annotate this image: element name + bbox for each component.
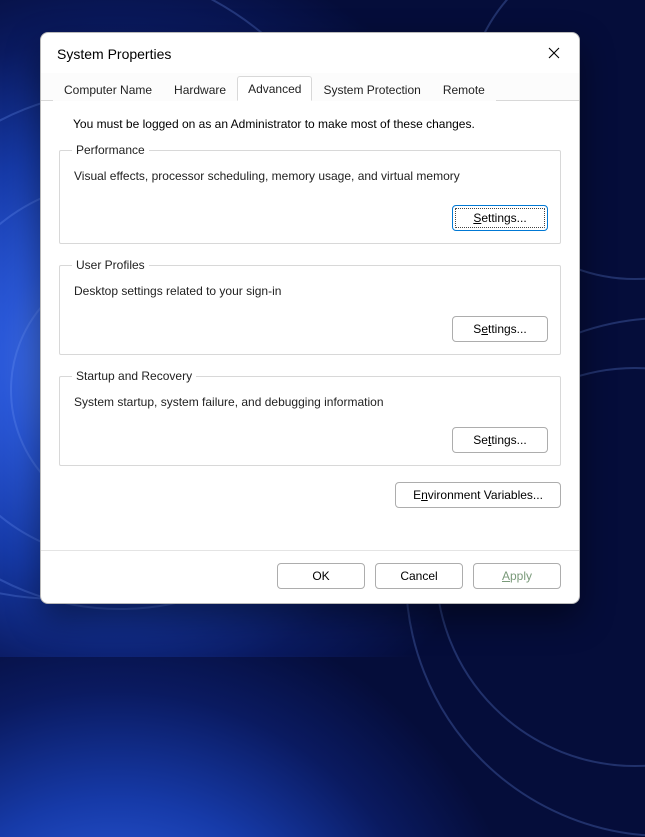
startup-recovery-desc: System startup, system failure, and debu… — [72, 393, 548, 409]
tab-strip: Computer Name Hardware Advanced System P… — [41, 73, 579, 101]
tab-advanced[interactable]: Advanced — [237, 76, 312, 101]
tab-computer-name[interactable]: Computer Name — [53, 77, 163, 101]
user-profiles-desc: Desktop settings related to your sign-in — [72, 282, 548, 298]
window-title: System Properties — [57, 46, 171, 62]
admin-notice: You must be logged on as an Administrato… — [59, 115, 561, 143]
startup-recovery-legend: Startup and Recovery — [72, 369, 196, 383]
cancel-button[interactable]: Cancel — [375, 563, 463, 589]
performance-group: Performance Visual effects, processor sc… — [59, 143, 561, 244]
performance-settings-button[interactable]: Settings... — [452, 205, 548, 231]
tab-remote[interactable]: Remote — [432, 77, 496, 101]
ok-button[interactable]: OK — [277, 563, 365, 589]
startup-recovery-group: Startup and Recovery System startup, sys… — [59, 369, 561, 466]
system-properties-dialog: System Properties Computer Name Hardware… — [40, 32, 580, 604]
tab-system-protection[interactable]: System Protection — [312, 77, 431, 101]
close-icon — [548, 47, 560, 62]
user-profiles-legend: User Profiles — [72, 258, 149, 272]
dialog-footer: OK Cancel Apply — [41, 550, 579, 603]
startup-recovery-settings-button[interactable]: Settings... — [452, 427, 548, 453]
user-profiles-group: User Profiles Desktop settings related t… — [59, 258, 561, 355]
environment-variables-button[interactable]: Environment Variables... — [395, 482, 561, 508]
tab-hardware[interactable]: Hardware — [163, 77, 237, 101]
close-button[interactable] — [539, 40, 569, 68]
titlebar: System Properties — [41, 33, 579, 73]
apply-button: Apply — [473, 563, 561, 589]
user-profiles-settings-button[interactable]: Settings... — [452, 316, 548, 342]
performance-desc: Visual effects, processor scheduling, me… — [72, 167, 548, 183]
performance-legend: Performance — [72, 143, 149, 157]
advanced-pane: You must be logged on as an Administrato… — [41, 101, 579, 550]
